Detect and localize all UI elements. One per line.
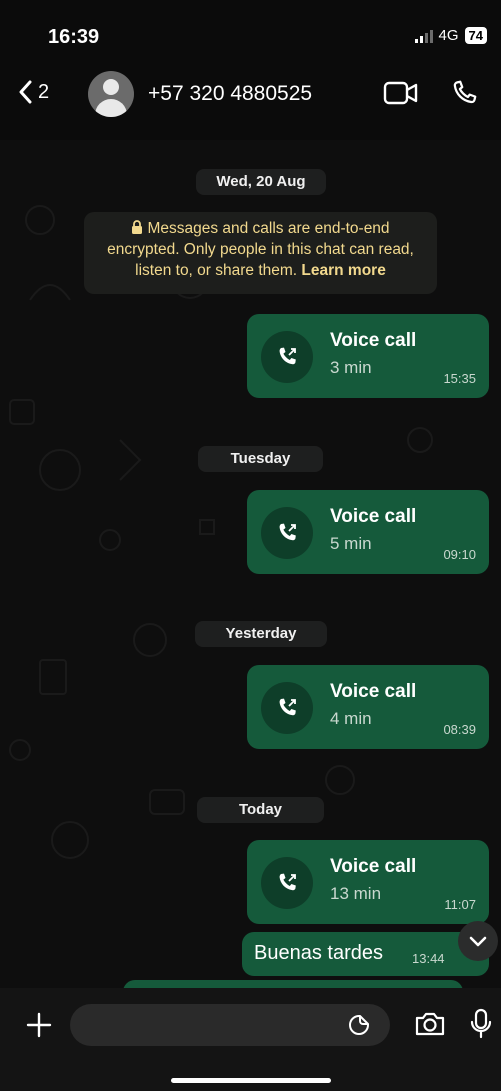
call-duration: 13 min [330,884,382,903]
chat-area[interactable]: Wed, 20 Aug Messages and calls are end-t… [0,140,501,988]
voice-call-bubble[interactable]: Voice call 13 min 11:07 [247,840,489,924]
status-time: 16:39 [48,26,100,48]
text-message-bubble[interactable]: Buenas tardes 13:44 [242,932,489,976]
call-title: Voice call [330,856,417,877]
partial-message-bubble[interactable] [123,980,463,988]
call-title: Voice call [330,681,417,702]
call-time: 15:35 [443,371,476,386]
message-text: Buenas tardes [254,942,383,964]
call-icon-circle [261,682,313,734]
voice-call-bubble[interactable]: Voice call 3 min 15:35 [247,314,489,398]
outgoing-call-icon [279,698,296,716]
message-time: 13:44 [412,951,445,966]
camera-icon[interactable] [414,1010,446,1038]
message-input-container[interactable] [70,1004,390,1048]
message-input[interactable] [84,1004,348,1048]
outgoing-call-icon [279,873,296,891]
home-indicator [171,1078,331,1083]
encryption-notice[interactable]: Messages and calls are end-to-end encryp… [84,212,437,294]
sticker-icon[interactable] [348,1014,370,1036]
plus-icon[interactable] [26,1012,52,1038]
voice-call-bubble[interactable]: Voice call 4 min 08:39 [247,665,489,749]
lock-icon [132,220,143,234]
scroll-down-button[interactable] [458,921,498,961]
call-title: Voice call [330,330,417,351]
avatar[interactable] [88,71,134,117]
contact-name[interactable]: +57 320 4880525 [148,82,312,106]
date-separator: Wed, 20 Aug [196,169,326,195]
call-duration: 3 min [330,358,372,377]
microphone-icon[interactable] [470,1008,492,1040]
chat-header: 2 +57 320 4880525 [0,58,501,140]
outgoing-call-icon [279,523,296,541]
status-right: 4G 74 [414,27,487,44]
phone-call-icon[interactable] [449,78,479,108]
message-composer [0,988,501,1091]
call-time: 09:10 [443,547,476,562]
call-icon-circle [261,331,313,383]
chevron-down-icon [469,936,487,947]
chevron-left-icon [19,80,32,104]
video-call-icon[interactable] [383,80,419,106]
call-icon-circle [261,857,313,909]
call-duration: 4 min [330,709,372,728]
call-title: Voice call [330,506,417,527]
status-bar: 16:39 4G 74 [0,0,501,58]
learn-more-link[interactable]: Learn more [301,262,385,279]
network-label: 4G [438,27,459,44]
call-icon-circle [261,507,313,559]
call-duration: 5 min [330,534,372,553]
date-separator: Yesterday [195,621,327,647]
signal-icon [414,29,433,43]
date-separator: Today [197,797,324,823]
call-time: 11:07 [444,897,476,912]
call-time: 08:39 [443,722,476,737]
battery-indicator: 74 [464,27,487,44]
voice-call-bubble[interactable]: Voice call 5 min 09:10 [247,490,489,574]
outgoing-call-icon [279,347,296,365]
date-separator: Tuesday [198,446,323,472]
back-count: 2 [38,80,50,103]
back-button[interactable]: 2 [18,80,49,104]
